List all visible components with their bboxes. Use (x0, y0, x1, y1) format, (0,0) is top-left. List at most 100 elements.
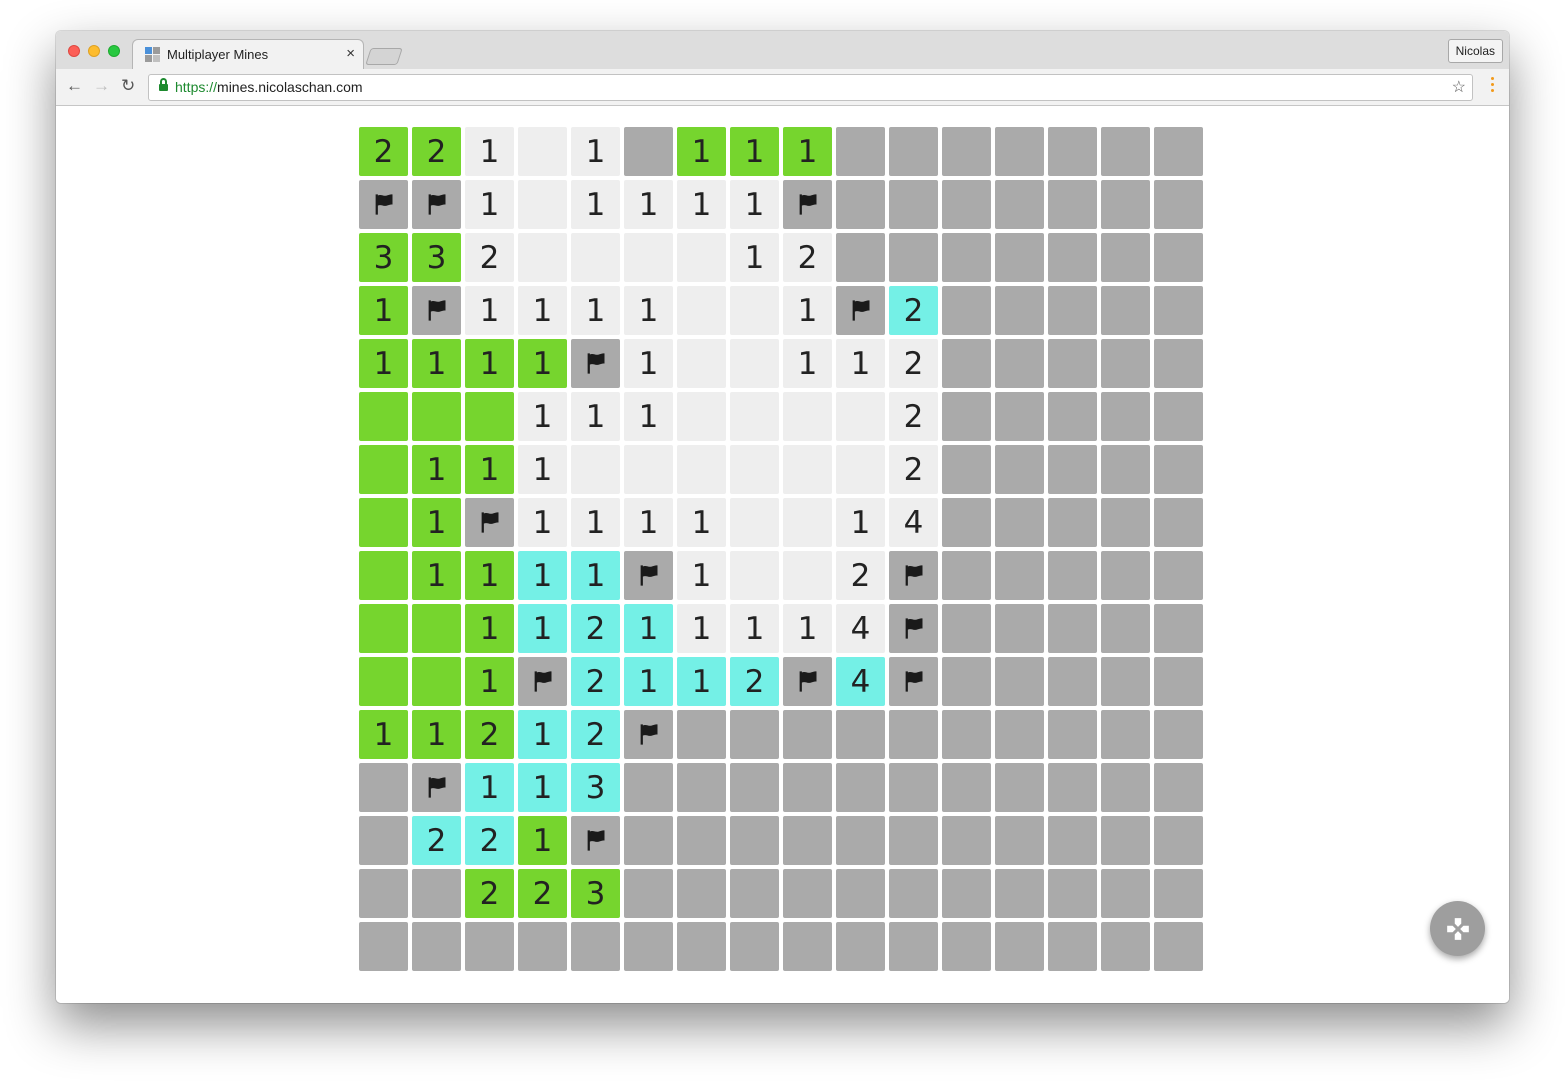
hidden-cell[interactable] (1101, 286, 1150, 335)
hidden-cell[interactable] (1101, 657, 1150, 706)
cyan-player-cell[interactable]: 3 (571, 763, 620, 812)
opened-cell[interactable]: 1 (571, 286, 620, 335)
hidden-cell[interactable] (995, 339, 1044, 388)
opened-cell[interactable]: 1 (783, 286, 832, 335)
hidden-cell[interactable] (730, 710, 779, 759)
green-player-cell[interactable] (412, 657, 461, 706)
hidden-cell[interactable] (942, 392, 991, 441)
hidden-cell[interactable] (677, 816, 726, 865)
hidden-cell[interactable] (1154, 869, 1203, 918)
hidden-cell[interactable] (730, 869, 779, 918)
hidden-cell[interactable] (1048, 763, 1097, 812)
green-player-cell[interactable]: 2 (518, 869, 567, 918)
hidden-cell[interactable] (889, 127, 938, 176)
opened-cell[interactable]: 1 (571, 127, 620, 176)
hidden-cell[interactable] (1048, 869, 1097, 918)
opened-cell[interactable]: 1 (836, 339, 885, 388)
flag-cell[interactable] (624, 710, 673, 759)
cyan-player-cell[interactable]: 2 (571, 710, 620, 759)
hidden-cell[interactable] (783, 869, 832, 918)
hidden-cell[interactable] (677, 763, 726, 812)
opened-cell[interactable]: 2 (889, 445, 938, 494)
opened-cell[interactable]: 1 (624, 498, 673, 547)
cyan-player-cell[interactable]: 2 (889, 286, 938, 335)
opened-cell[interactable] (518, 233, 567, 282)
new-tab-button[interactable] (365, 48, 403, 65)
tab-close-icon[interactable]: × (346, 45, 355, 62)
zoom-window-button[interactable] (108, 45, 120, 57)
opened-cell[interactable] (677, 445, 726, 494)
hidden-cell[interactable] (1101, 445, 1150, 494)
reload-icon[interactable]: ↻ (121, 76, 135, 96)
green-player-cell[interactable]: 1 (412, 498, 461, 547)
hidden-cell[interactable] (1048, 498, 1097, 547)
hidden-cell[interactable] (783, 710, 832, 759)
hidden-cell[interactable] (1154, 922, 1203, 971)
green-player-cell[interactable] (412, 604, 461, 653)
green-player-cell[interactable]: 1 (412, 710, 461, 759)
hidden-cell[interactable] (942, 445, 991, 494)
flag-cell[interactable] (412, 763, 461, 812)
green-player-cell[interactable] (359, 551, 408, 600)
hidden-cell[interactable] (1048, 233, 1097, 282)
opened-cell[interactable]: 2 (889, 392, 938, 441)
hidden-cell[interactable] (624, 127, 673, 176)
green-player-cell[interactable] (359, 657, 408, 706)
opened-cell[interactable] (730, 339, 779, 388)
hidden-cell[interactable] (995, 922, 1044, 971)
hidden-cell[interactable] (1101, 869, 1150, 918)
hidden-cell[interactable] (1154, 339, 1203, 388)
cyan-player-cell[interactable]: 2 (465, 816, 514, 865)
green-player-cell[interactable]: 1 (412, 551, 461, 600)
hidden-cell[interactable] (677, 869, 726, 918)
green-player-cell[interactable]: 1 (359, 339, 408, 388)
green-player-cell[interactable]: 1 (359, 710, 408, 759)
cyan-player-cell[interactable]: 2 (412, 816, 461, 865)
hidden-cell[interactable] (889, 763, 938, 812)
minimize-window-button[interactable] (88, 45, 100, 57)
hidden-cell[interactable] (995, 392, 1044, 441)
opened-cell[interactable] (730, 286, 779, 335)
opened-cell[interactable] (624, 445, 673, 494)
hidden-cell[interactable] (1154, 233, 1203, 282)
hidden-cell[interactable] (677, 710, 726, 759)
green-player-cell[interactable]: 1 (677, 127, 726, 176)
hidden-cell[interactable] (1048, 286, 1097, 335)
hidden-cell[interactable] (624, 869, 673, 918)
hidden-cell[interactable] (624, 816, 673, 865)
hidden-cell[interactable] (1154, 498, 1203, 547)
hidden-cell[interactable] (942, 816, 991, 865)
opened-cell[interactable]: 1 (571, 498, 620, 547)
hidden-cell[interactable] (1154, 657, 1203, 706)
hidden-cell[interactable] (1048, 922, 1097, 971)
hidden-cell[interactable] (995, 604, 1044, 653)
opened-cell[interactable]: 1 (571, 392, 620, 441)
opened-cell[interactable] (730, 551, 779, 600)
cyan-player-cell[interactable]: 1 (518, 551, 567, 600)
hidden-cell[interactable] (1101, 710, 1150, 759)
opened-cell[interactable] (730, 445, 779, 494)
hidden-cell[interactable] (518, 922, 567, 971)
hidden-cell[interactable] (995, 710, 1044, 759)
hidden-cell[interactable] (1154, 551, 1203, 600)
hidden-cell[interactable] (1154, 710, 1203, 759)
opened-cell[interactable] (677, 339, 726, 388)
opened-cell[interactable] (624, 233, 673, 282)
hidden-cell[interactable] (1154, 392, 1203, 441)
hidden-cell[interactable] (1154, 127, 1203, 176)
profile-button[interactable]: Nicolas (1447, 39, 1503, 63)
green-player-cell[interactable]: 2 (465, 869, 514, 918)
hidden-cell[interactable] (942, 763, 991, 812)
hidden-cell[interactable] (942, 339, 991, 388)
green-player-cell[interactable]: 1 (465, 657, 514, 706)
hidden-cell[interactable] (836, 127, 885, 176)
hidden-cell[interactable] (624, 763, 673, 812)
green-player-cell[interactable]: 1 (359, 286, 408, 335)
cyan-player-cell[interactable]: 1 (677, 657, 726, 706)
forward-arrow-icon[interactable]: → (93, 76, 110, 96)
hidden-cell[interactable] (359, 763, 408, 812)
opened-cell[interactable]: 1 (677, 498, 726, 547)
hidden-cell[interactable] (412, 922, 461, 971)
hidden-cell[interactable] (359, 922, 408, 971)
opened-cell[interactable]: 1 (518, 286, 567, 335)
